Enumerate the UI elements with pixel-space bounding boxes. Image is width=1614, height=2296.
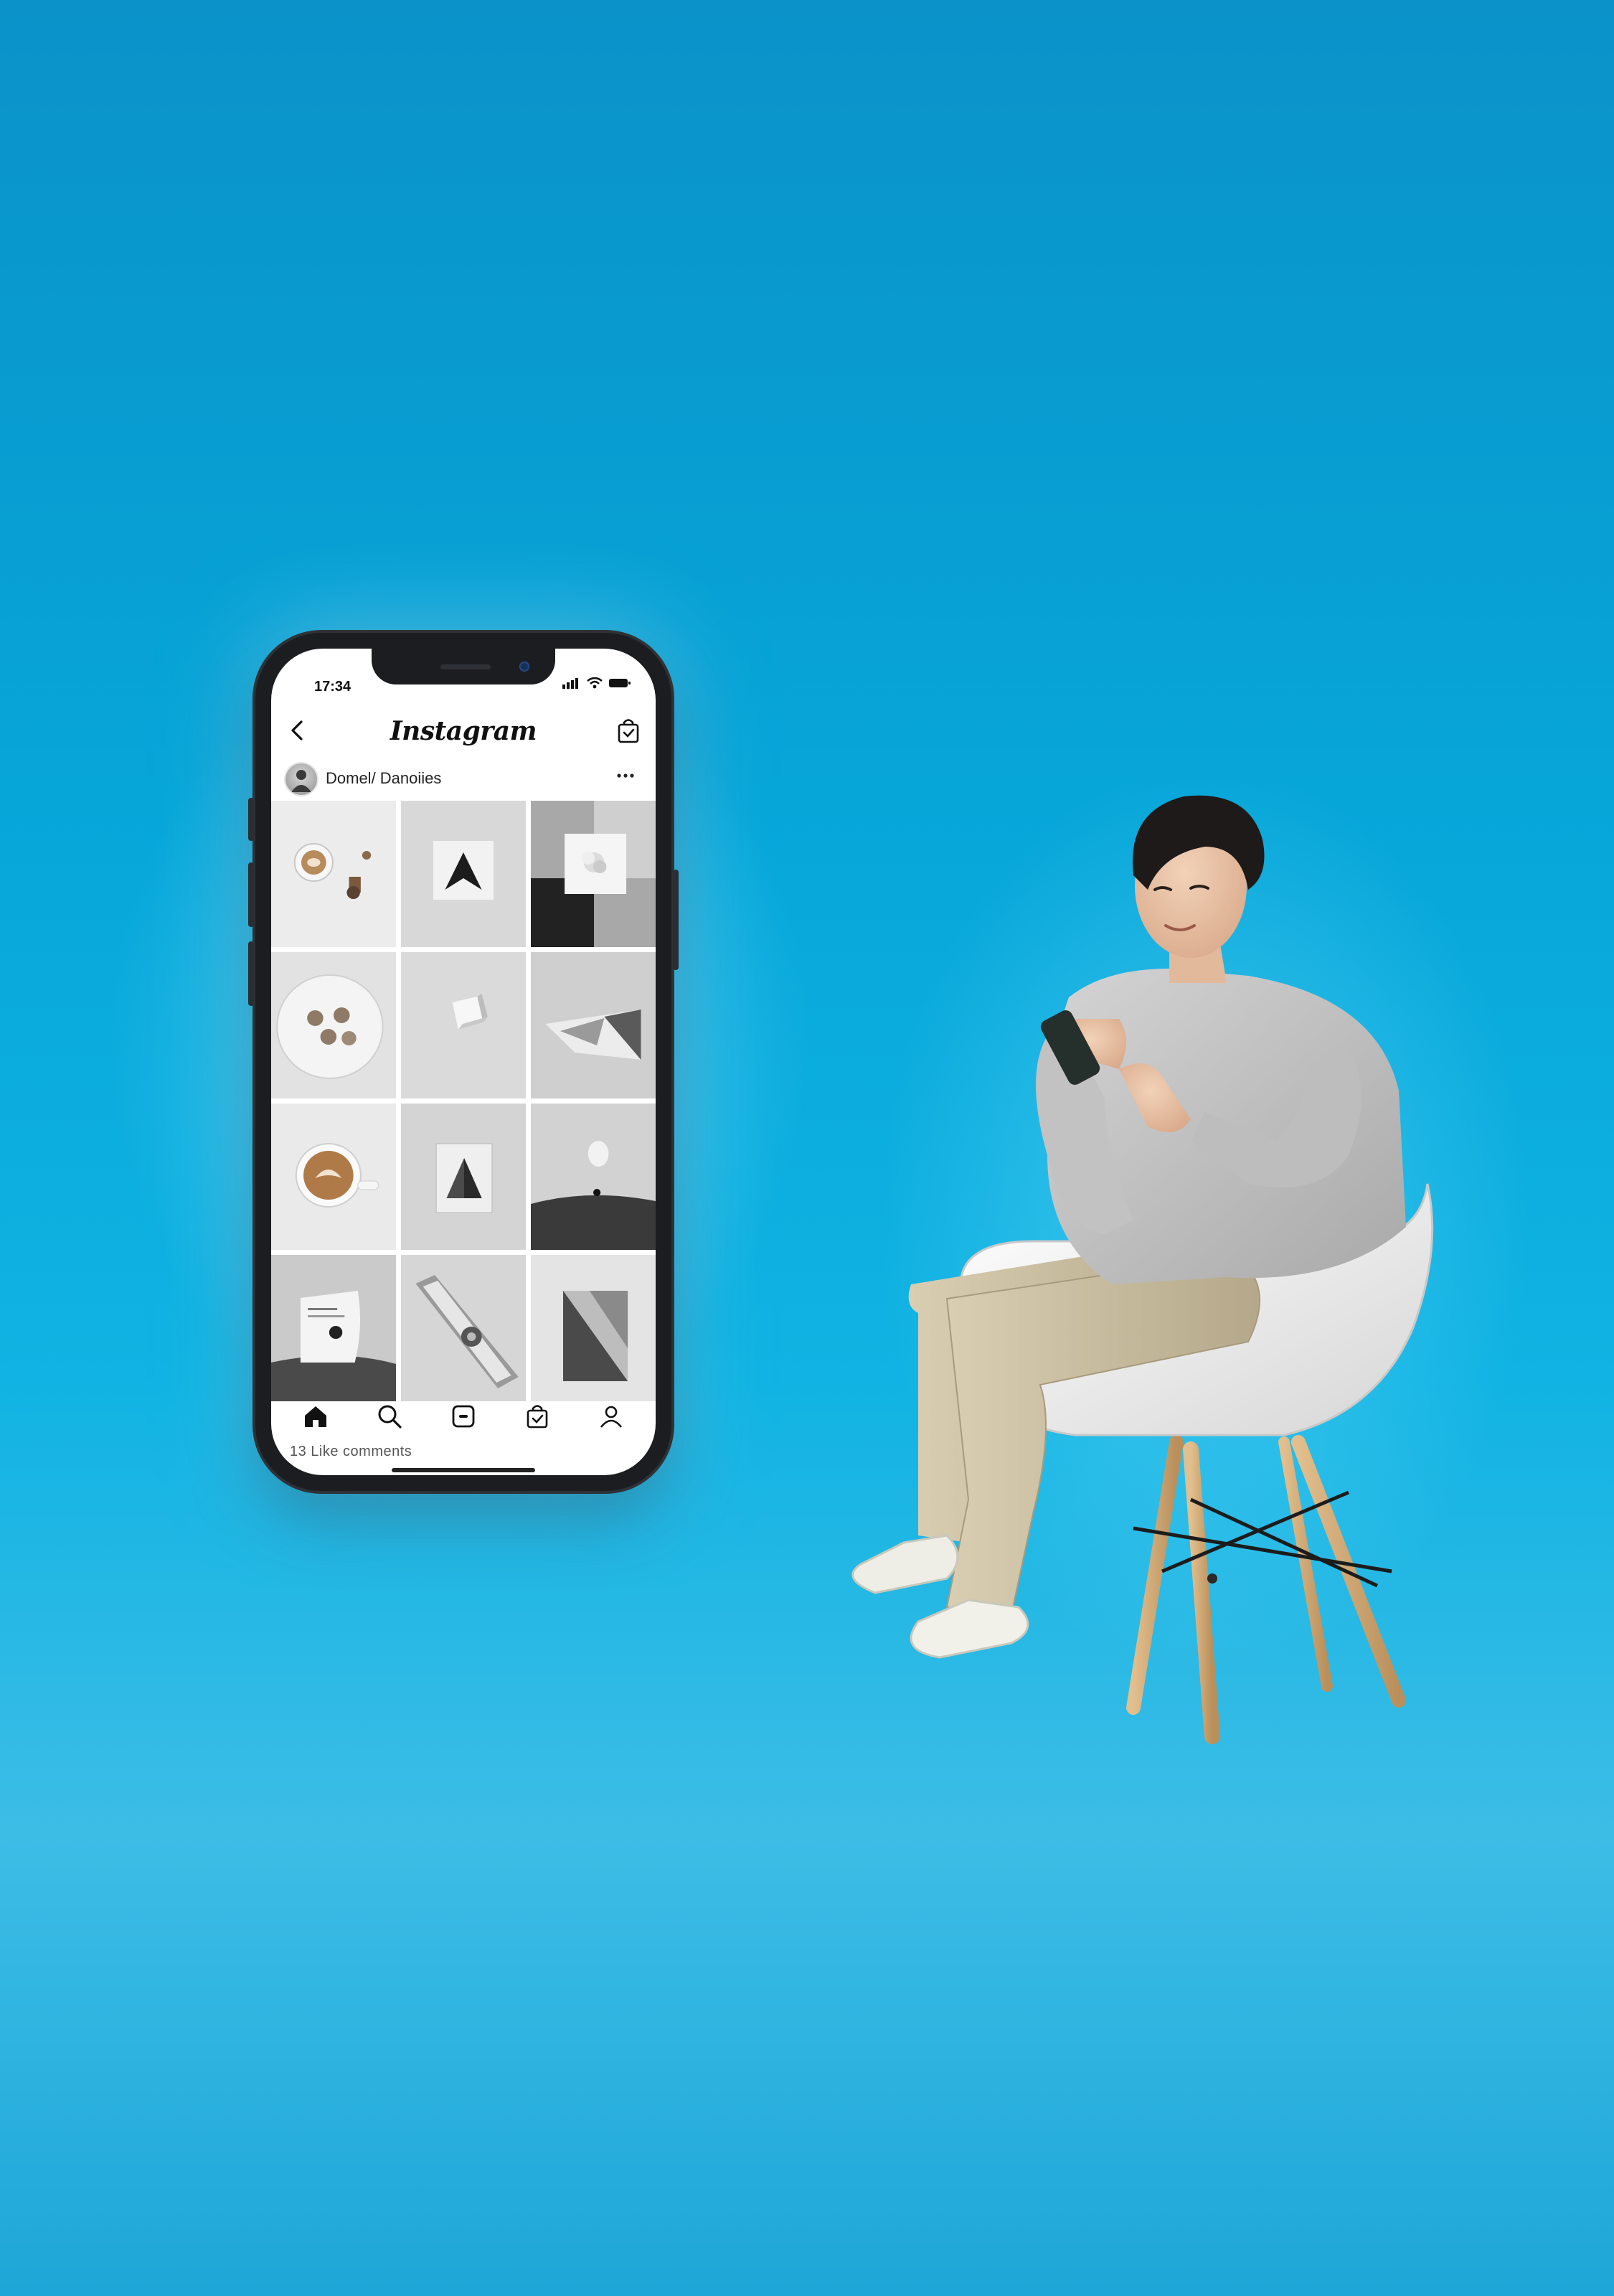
shopping-bag-icon[interactable]	[614, 716, 643, 745]
notch	[372, 649, 555, 684]
pyramid-icon	[401, 1104, 526, 1250]
tab-search[interactable]	[373, 1400, 406, 1433]
more-options-icon[interactable]	[611, 765, 640, 786]
latte-cup-icon	[271, 1104, 396, 1250]
grid-tile-plate-with-shells[interactable]	[271, 952, 396, 1098]
tab-bar	[271, 1388, 656, 1445]
plate-icon	[271, 952, 396, 1098]
triangle-icon	[401, 801, 526, 947]
avatar[interactable]	[284, 762, 318, 796]
device-icon	[401, 1255, 526, 1401]
grid-tile-shadow-frame[interactable]	[531, 1255, 656, 1401]
tab-home[interactable]	[299, 1400, 332, 1433]
flower-icon	[531, 801, 656, 947]
phone-power-button	[673, 870, 679, 970]
tab-profile[interactable]	[595, 1400, 628, 1433]
battery-icon	[609, 679, 631, 687]
home-indicator[interactable]	[392, 1468, 535, 1472]
grid-tile-folded-paper-sculpture[interactable]	[531, 952, 656, 1098]
profile-row: Domel/ Danoiies	[271, 756, 656, 799]
app-title: Instagram	[390, 716, 537, 746]
grid-tile-latte-art-cup[interactable]	[271, 1104, 396, 1250]
bulb-icon	[531, 1104, 656, 1250]
photo-grid	[271, 801, 656, 1401]
frame-icon	[531, 1255, 656, 1401]
cube-icon	[401, 952, 526, 1098]
tab-reels[interactable]	[447, 1400, 480, 1433]
front-camera	[519, 662, 529, 672]
reels-icon	[452, 1405, 475, 1428]
grid-tile-framed-pyramid[interactable]	[401, 1104, 526, 1250]
back-shoe	[851, 1534, 959, 1594]
search-icon	[378, 1405, 402, 1429]
profile-icon	[600, 1406, 623, 1428]
nav-bar: Instagram	[271, 706, 656, 756]
coffee-cup-icon	[271, 801, 396, 947]
phone-screen: 17:34 Instagram Domel/ Danoiies 13 Like …	[271, 649, 656, 1475]
home-icon	[304, 1406, 326, 1427]
grid-tile-vintage-device[interactable]	[401, 1255, 526, 1401]
person-on-chair-illustration	[851, 795, 1434, 1744]
username[interactable]: Domel/ Danoiies	[326, 769, 441, 788]
grid-tile-floating-bulb-landscape[interactable]	[531, 1104, 656, 1250]
chair-legs	[1126, 1435, 1406, 1744]
grid-tile-dark-triangle[interactable]	[401, 801, 526, 947]
likes-comments-caption[interactable]: 13 Like comments	[290, 1444, 412, 1460]
grid-tile-flowers-in-frame[interactable]	[531, 801, 656, 947]
front-shoe	[910, 1599, 1029, 1659]
phone-volume-up	[248, 862, 254, 927]
scene: 17:34 Instagram Domel/ Danoiies 13 Like …	[0, 0, 1614, 2296]
wifi-icon	[587, 677, 603, 689]
status-icons	[562, 677, 631, 689]
avatar-person-icon	[291, 770, 311, 792]
signal-icon	[562, 678, 578, 689]
smartphone-mockup: 17:34 Instagram Domel/ Danoiies 13 Like …	[248, 633, 679, 1491]
phone-side-button	[248, 798, 254, 841]
tab-shop[interactable]	[521, 1400, 554, 1433]
paper-icon	[271, 1255, 396, 1401]
status-time: 17:34	[314, 679, 351, 695]
phone-volume-down	[248, 941, 254, 1006]
grid-tile-curled-paper-landscape[interactable]	[271, 1255, 396, 1401]
speaker-grille	[440, 664, 491, 669]
grid-tile-coffee-and-objects[interactable]	[271, 801, 396, 947]
paper-fold-icon	[531, 952, 656, 1098]
shop-icon	[527, 1405, 548, 1429]
grid-tile-white-cube[interactable]	[401, 952, 526, 1098]
